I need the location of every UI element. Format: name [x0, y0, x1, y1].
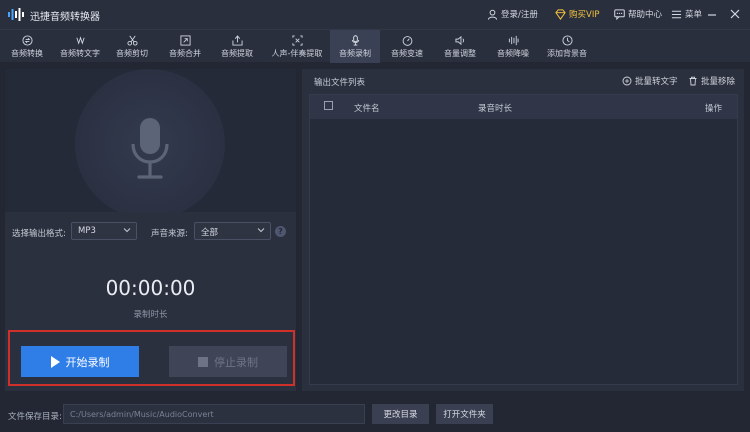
help-icon[interactable]: ? [275, 226, 286, 237]
tool-audio-convert[interactable]: 音频转换 [6, 30, 48, 63]
help-label: 帮助中心 [628, 10, 663, 20]
tool-label: 音频转换 [11, 48, 43, 58]
tool-label: 音频变速 [391, 48, 423, 58]
sound-source-label: 声音来源: [151, 229, 188, 239]
extract-icon [231, 34, 243, 46]
tool-label: 音频转文字 [60, 48, 100, 58]
change-directory-button[interactable]: 更改目录 [372, 404, 429, 424]
batch-remove-button[interactable]: 批量移除 [688, 75, 735, 87]
tool-audio-to-text[interactable]: 音频转文字 [56, 30, 104, 63]
footer-bar: 文件保存目录: C:/Users/admin/Music/AudioConver… [0, 400, 750, 432]
trash-icon [689, 76, 697, 86]
tool-audio-merge[interactable]: 音频合并 [163, 30, 207, 63]
record-controls-highlight: 开始录制 停止录制 [8, 330, 295, 386]
tool-label: 音量调整 [444, 48, 476, 58]
chat-icon [614, 8, 625, 20]
column-record-duration: 录音时长 [478, 104, 513, 114]
vocal-separate-icon [291, 34, 303, 46]
convert-icon [21, 34, 33, 46]
save-path-field[interactable]: C:/Users/admin/Music/AudioConvert [63, 404, 365, 424]
microphone-visual [5, 69, 296, 212]
diamond-icon [555, 8, 566, 20]
login-button[interactable]: 登录/注册 [487, 8, 538, 20]
menu-label: 菜单 [685, 10, 703, 20]
batch-convert-text-button[interactable]: 批量转文字 [622, 75, 678, 87]
recording-duration-label: 录制时长 [133, 310, 168, 320]
batch-remove-label: 批量移除 [701, 77, 736, 87]
play-icon [50, 355, 60, 368]
tool-audio-extract[interactable]: 音频提取 [215, 30, 259, 63]
tool-add-background-music[interactable]: 添加背景音 [542, 30, 592, 63]
tool-label: 人声-伴奏提取 [271, 48, 323, 58]
output-file-table: 文件名 录音时长 操作 [309, 94, 738, 385]
menu-button[interactable]: 菜单 [671, 8, 702, 20]
tool-audio-speed[interactable]: 音频变速 [385, 30, 429, 63]
tool-audio-cut[interactable]: 音频剪切 [110, 30, 154, 63]
batch-convert-label: 批量转文字 [635, 77, 678, 87]
chevron-down-icon [123, 228, 131, 233]
chevron-down-icon [257, 228, 265, 233]
large-microphone-icon [131, 118, 169, 179]
output-list-panel: 输出文件列表 批量转文字 批量移除 文件名 录音时长 操作 [302, 69, 744, 391]
recording-timer: 00:00:00 [105, 276, 196, 300]
audio-to-text-icon [75, 35, 85, 45]
buy-vip-button[interactable]: 购买VIP [555, 8, 599, 20]
sound-source-select[interactable]: 全部 [194, 222, 271, 240]
tool-label: 音频合并 [169, 48, 201, 58]
app-title: 迅捷音频转换器 [30, 12, 100, 23]
tool-label: 音频剪切 [116, 48, 148, 58]
output-format-label: 选择输出格式: [12, 229, 66, 239]
tool-noise-reduction[interactable]: 音频降噪 [491, 30, 535, 63]
merge-icon [179, 34, 191, 46]
tool-label: 音频降噪 [497, 48, 529, 58]
user-icon [487, 9, 498, 20]
tool-label: 添加背景音 [547, 48, 587, 58]
tool-volume-adjust[interactable]: 音量调整 [438, 30, 482, 63]
tool-label: 音频提取 [221, 48, 253, 58]
stop-icon [198, 356, 208, 367]
open-folder-button[interactable]: 打开文件夹 [436, 404, 493, 424]
noise-reduction-icon [508, 35, 519, 45]
stop-record-button[interactable]: 停止录制 [169, 346, 287, 377]
table-header: 文件名 录音时长 操作 [310, 95, 737, 119]
start-record-button[interactable]: 开始录制 [21, 346, 139, 377]
microphone-icon [351, 34, 359, 46]
column-file-name: 文件名 [354, 104, 380, 114]
volume-icon [454, 35, 464, 45]
help-center-button[interactable]: 帮助中心 [614, 8, 662, 20]
close-icon[interactable] [730, 9, 740, 19]
column-actions: 操作 [705, 104, 723, 114]
vip-label: 购买VIP [569, 10, 600, 20]
app-logo-icon [8, 8, 24, 21]
background-music-icon [561, 34, 573, 46]
minimize-icon[interactable] [707, 10, 717, 20]
tool-audio-record[interactable]: 音频录制 [330, 30, 380, 63]
speed-icon [402, 35, 412, 46]
select-all-checkbox[interactable] [324, 101, 333, 110]
sound-source-value: 全部 [201, 228, 219, 238]
hamburger-icon [671, 10, 682, 18]
stop-record-label: 停止录制 [214, 355, 258, 369]
tool-vocal-separate[interactable]: 人声-伴奏提取 [266, 30, 328, 63]
title-bar: 迅捷音频转换器 登录/注册 购买VIP 帮助中心 菜单 [0, 0, 750, 29]
recorder-panel: 选择输出格式: MP3 声音来源: 全部 ? 00:00:00 录制时长 开始录… [5, 69, 296, 391]
save-path-label: 文件保存目录: [8, 412, 62, 422]
output-format-select[interactable]: MP3 [71, 222, 137, 240]
output-list-title: 输出文件列表 [314, 78, 366, 88]
output-format-value: MP3 [78, 226, 96, 236]
login-label: 登录/注册 [501, 10, 538, 20]
tool-label: 音频录制 [339, 48, 371, 58]
function-toolbar: 音频转换 音频转文字 音频剪切 音频合并 音频提取 人声-伴奏提取 音频录制 音… [0, 29, 750, 63]
scissors-icon [126, 35, 138, 46]
record-settings-row: 选择输出格式: MP3 声音来源: 全部 ? [5, 222, 296, 242]
start-record-label: 开始录制 [65, 355, 110, 369]
convert-text-icon [622, 76, 632, 86]
